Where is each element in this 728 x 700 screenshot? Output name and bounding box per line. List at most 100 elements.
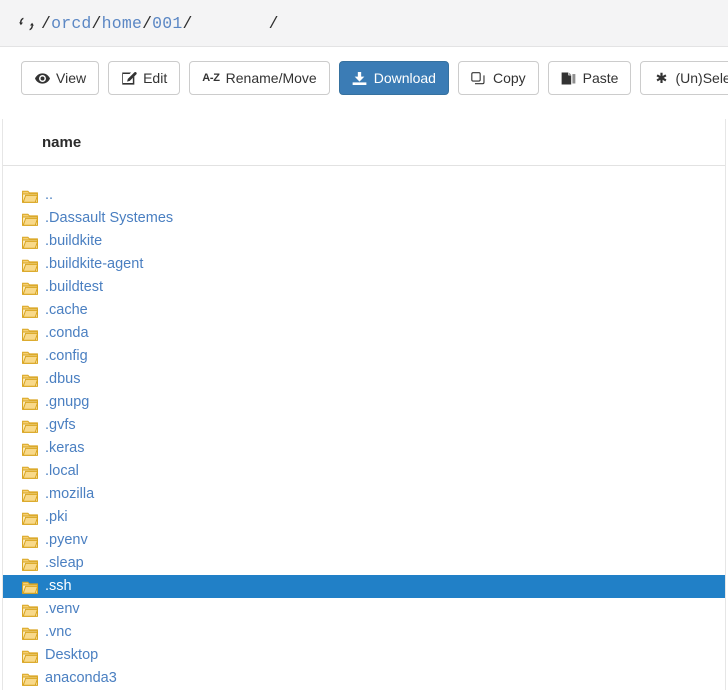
file-row-name: Desktop xyxy=(45,647,99,664)
sync-icon[interactable] xyxy=(19,16,34,32)
breadcrumb-link-orcd[interactable]: orcd xyxy=(51,14,91,33)
file-row[interactable]: .ssh xyxy=(3,575,725,598)
folder-icon xyxy=(22,603,38,617)
column-header-name: name xyxy=(42,133,82,151)
folder-icon xyxy=(22,212,38,226)
file-row[interactable]: .buildkite-agent xyxy=(3,253,725,276)
paste-icon xyxy=(561,71,577,85)
edit-button-label: Edit xyxy=(143,70,168,86)
unselect-all-button[interactable]: ✱ (Un)Select All xyxy=(640,61,728,95)
copy-button-label: Copy xyxy=(492,70,526,86)
rename-move-button[interactable]: A-Z Rename/Move xyxy=(189,61,330,95)
breadcrumb-separator-3: / xyxy=(182,13,193,33)
file-row[interactable]: .config xyxy=(3,345,725,368)
view-button[interactable]: View xyxy=(21,61,100,95)
folder-icon xyxy=(22,304,38,318)
file-row[interactable]: .cache xyxy=(3,299,725,322)
paste-button[interactable]: Paste xyxy=(547,61,632,95)
file-row-name: .local xyxy=(45,463,79,480)
breadcrumb-trailing-separator: / xyxy=(268,13,279,33)
unselect-all-button-label: (Un)Select All xyxy=(675,70,728,86)
folder-icon xyxy=(22,672,38,686)
file-row-name: anaconda3 xyxy=(45,670,117,687)
copy-icon xyxy=(471,71,487,85)
eye-icon xyxy=(34,71,50,85)
file-row-name: .cache xyxy=(45,302,88,319)
file-row[interactable]: .buildkite xyxy=(3,230,725,253)
file-row[interactable]: Desktop xyxy=(3,644,725,667)
file-row-name: .gvfs xyxy=(45,417,76,434)
file-row-name: .pki xyxy=(45,509,68,526)
file-row[interactable]: .pki xyxy=(3,506,725,529)
file-row-name: .mozilla xyxy=(45,486,95,503)
download-button-label: Download xyxy=(373,70,436,86)
folder-icon xyxy=(22,626,38,640)
file-row-name: .gnupg xyxy=(45,394,90,411)
file-table-header: name xyxy=(3,119,725,166)
folder-icon xyxy=(22,258,38,272)
download-button[interactable]: Download xyxy=(338,61,449,95)
folder-icon xyxy=(22,488,38,502)
breadcrumb-path: / orcd / home/001/ xyxy=(41,14,193,33)
folder-icon xyxy=(22,442,38,456)
file-table: name .. .Dassault Systemes .buildkite .buil… xyxy=(2,119,726,690)
file-row-name: .. xyxy=(45,187,54,204)
file-row-name: .buildtest xyxy=(45,279,104,296)
folder-icon xyxy=(22,235,38,249)
az-sort-icon: A-Z xyxy=(202,71,220,84)
file-row-name: .Dassault Systemes xyxy=(45,210,174,227)
file-row-name: .keras xyxy=(45,440,85,457)
file-row-name: .dbus xyxy=(45,371,81,388)
file-row[interactable]: .. xyxy=(3,184,725,207)
file-row[interactable]: .gvfs xyxy=(3,414,725,437)
file-row[interactable]: .Dassault Systemes xyxy=(3,207,725,230)
file-row-name: .conda xyxy=(45,325,89,342)
file-row[interactable]: .local xyxy=(3,460,725,483)
folder-icon xyxy=(22,511,38,525)
folder-icon xyxy=(22,396,38,410)
paste-button-label: Paste xyxy=(582,70,619,86)
folder-icon xyxy=(22,557,38,571)
file-row-name: .sleap xyxy=(45,555,84,572)
file-row-name: .buildkite-agent xyxy=(45,256,144,273)
folder-icon xyxy=(22,580,38,594)
breadcrumb-link-home[interactable]: home xyxy=(102,14,142,33)
edit-button[interactable]: Edit xyxy=(108,61,181,95)
file-row-name: .buildkite xyxy=(45,233,103,250)
file-row[interactable]: .venv xyxy=(3,598,725,621)
breadcrumb-separator-root: / xyxy=(41,13,52,33)
file-row[interactable]: .sleap xyxy=(3,552,725,575)
folder-icon xyxy=(22,189,38,203)
view-button-label: View xyxy=(56,70,87,86)
pencil-square-icon xyxy=(121,71,137,85)
asterisk-icon: ✱ xyxy=(655,70,668,86)
file-row-name: .pyenv xyxy=(45,532,88,549)
file-row-name: .venv xyxy=(45,601,80,618)
file-row[interactable]: .vnc xyxy=(3,621,725,644)
file-row-name: .ssh xyxy=(45,578,72,595)
file-action-toolbar: View Edit A-Z Rename/Move Download Copy … xyxy=(0,47,728,109)
file-row-name: .config xyxy=(45,348,88,365)
folder-icon xyxy=(22,534,38,548)
folder-icon xyxy=(22,327,38,341)
breadcrumb-separator-1: / xyxy=(91,13,102,33)
breadcrumb-link-001[interactable]: 001 xyxy=(152,14,182,33)
breadcrumb-separator-2: / xyxy=(142,13,153,33)
folder-icon xyxy=(22,350,38,364)
file-row[interactable]: .gnupg xyxy=(3,391,725,414)
file-row[interactable]: .conda xyxy=(3,322,725,345)
rename-move-button-label: Rename/Move xyxy=(225,70,317,86)
file-list: .. .Dassault Systemes .buildkite .buildkite… xyxy=(3,166,725,690)
download-icon xyxy=(352,71,368,85)
file-row[interactable]: .mozilla xyxy=(3,483,725,506)
file-row[interactable]: .pyenv xyxy=(3,529,725,552)
copy-button[interactable]: Copy xyxy=(457,61,539,95)
file-row[interactable]: .buildtest xyxy=(3,276,725,299)
folder-icon xyxy=(22,281,38,295)
file-row[interactable]: .dbus xyxy=(3,368,725,391)
file-row[interactable]: .keras xyxy=(3,437,725,460)
folder-icon xyxy=(22,373,38,387)
breadcrumb-bar: / orcd / home/001/ / xyxy=(0,0,728,47)
file-row[interactable]: anaconda3 xyxy=(3,667,725,690)
folder-icon xyxy=(22,419,38,433)
